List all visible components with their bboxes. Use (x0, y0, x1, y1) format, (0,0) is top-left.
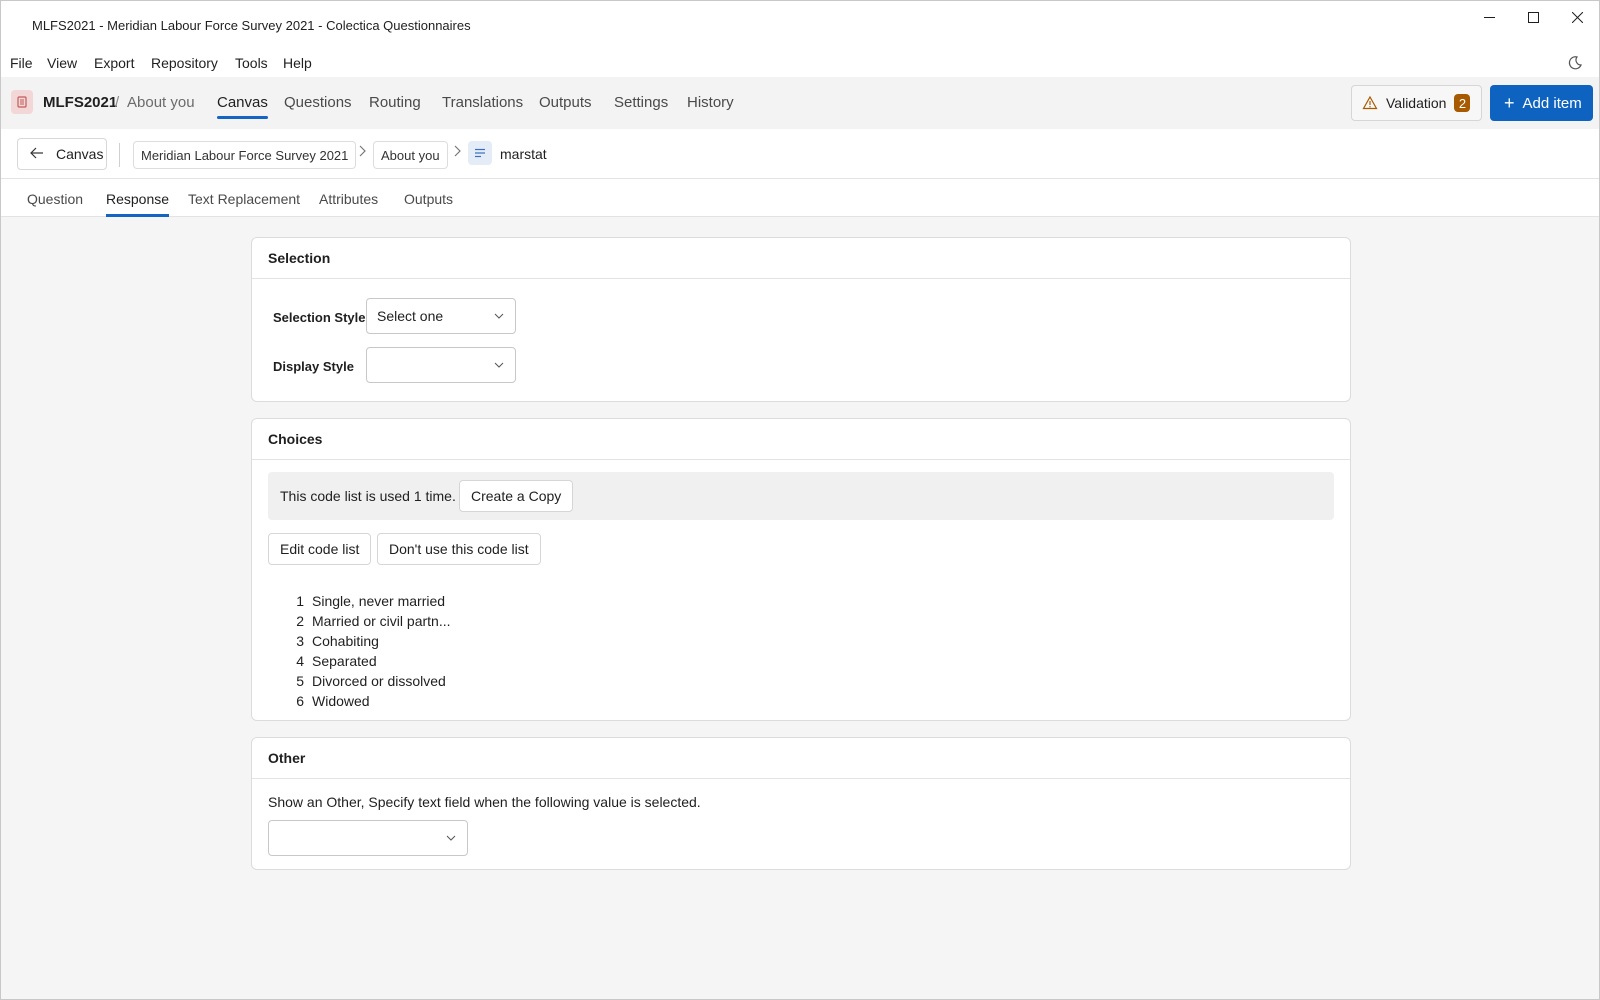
tab-outputs[interactable]: Outputs (539, 94, 592, 111)
selection-style-label: Selection Style (273, 310, 366, 325)
crumb-separator: / (115, 94, 120, 111)
tab-translations[interactable]: Translations (442, 94, 523, 111)
code-value: 2 (296, 613, 304, 629)
divider (119, 143, 120, 167)
project-name[interactable]: MLFS2021 (43, 94, 117, 111)
code-label: Cohabiting (312, 633, 379, 649)
validation-button[interactable]: Validation 2 (1351, 85, 1482, 121)
list-item: 3 Cohabiting (292, 633, 379, 649)
code-list-usage-bar: This code list is used 1 time. Create a … (268, 472, 1334, 520)
item-tabs: Question Response Text Replacement Attri… (1, 179, 1599, 217)
create-copy-button[interactable]: Create a Copy (459, 480, 574, 512)
tab-response[interactable]: Response (106, 191, 170, 217)
chevron-down-icon (445, 831, 457, 843)
display-style-label: Display Style (273, 359, 354, 374)
back-to-canvas-button[interactable]: Canvas (17, 138, 107, 170)
tab-item-outputs[interactable]: Outputs (404, 191, 453, 207)
chevron-down-icon (493, 358, 505, 370)
code-value: 5 (296, 673, 304, 689)
list-item: 6 Widowed (292, 693, 370, 709)
title-bar: MLFS2021 - Meridian Labour Force Survey … (1, 1, 1599, 49)
breadcrumb-survey[interactable]: Meridian Labour Force Survey 2021 (133, 141, 357, 169)
tab-canvas[interactable]: Canvas (217, 94, 268, 119)
window-title: MLFS2021 - Meridian Labour Force Survey … (32, 18, 471, 33)
choices-header: Choices (252, 419, 1350, 460)
code-label: Divorced or dissolved (312, 673, 446, 689)
list-item: 2 Married or civil partn... (292, 613, 450, 629)
validation-count-badge: 2 (1454, 94, 1471, 112)
tab-history[interactable]: History (687, 94, 734, 111)
selection-panel: Selection Selection Style Select one Dis… (251, 237, 1351, 402)
other-panel: Other Show an Other, Specify text field … (251, 737, 1351, 870)
breadcrumb: Canvas Meridian Labour Force Survey 2021… (1, 129, 1599, 179)
menu-view[interactable]: View (47, 55, 77, 71)
usage-text: This code list is used 1 time. (280, 488, 456, 504)
plus-icon: + (1504, 93, 1515, 113)
tab-settings[interactable]: Settings (614, 94, 668, 111)
list-item: 4 Separated (292, 653, 377, 669)
display-style-dropdown[interactable] (366, 347, 516, 383)
code-label: Married or civil partn... (312, 613, 451, 629)
list-item: 5 Divorced or dissolved (292, 673, 446, 689)
minimize-icon[interactable] (1467, 1, 1511, 33)
other-description: Show an Other, Specify text field when t… (268, 794, 701, 810)
app-window: MLFS2021 - Meridian Labour Force Survey … (0, 0, 1600, 1000)
question-item-icon (468, 141, 492, 165)
choices-panel: Choices This code list is used 1 time. C… (251, 418, 1351, 721)
menu-file[interactable]: File (10, 55, 33, 71)
code-value: 6 (296, 693, 304, 709)
menu-export[interactable]: Export (94, 55, 134, 71)
breadcrumb-section[interactable]: About you (373, 141, 448, 169)
menu-bar: File View Export Repository Tools Help (1, 49, 1599, 77)
validation-label: Validation (1386, 95, 1447, 111)
back-label: Canvas (56, 146, 104, 162)
tab-question[interactable]: Question (27, 191, 83, 207)
code-value: 3 (296, 633, 304, 649)
selection-style-dropdown[interactable]: Select one (366, 298, 516, 334)
warning-icon (1362, 95, 1378, 111)
tab-attributes[interactable]: Attributes (319, 191, 378, 207)
menu-tools[interactable]: Tools (235, 55, 268, 71)
chevron-right-icon (453, 145, 461, 160)
code-label: Separated (312, 653, 377, 669)
add-item-label: Add item (1522, 94, 1582, 112)
code-label: Single, never married (312, 593, 446, 609)
tab-routing[interactable]: Routing (369, 94, 421, 111)
chevron-right-icon (358, 145, 366, 160)
other-header: Other (252, 738, 1350, 779)
edit-code-list-button[interactable]: Edit code list (268, 533, 372, 565)
window-controls (1467, 1, 1599, 33)
questionnaire-logo-icon (11, 90, 33, 114)
arrow-left-icon (30, 146, 44, 163)
tab-text-replacement[interactable]: Text Replacement (188, 191, 300, 207)
app-toolbar: MLFS2021 / About you Canvas Questions Ro… (1, 77, 1599, 129)
add-item-button[interactable]: + Add item (1490, 85, 1593, 121)
tab-questions[interactable]: Questions (284, 94, 352, 111)
theme-toggle-icon[interactable] (1567, 55, 1583, 71)
code-value: 1 (296, 593, 304, 609)
selection-style-value: Select one (377, 308, 444, 324)
chevron-down-icon (493, 309, 505, 321)
code-value: 4 (296, 653, 304, 669)
menu-repository[interactable]: Repository (151, 55, 218, 71)
other-value-dropdown[interactable] (268, 820, 468, 856)
selection-header: Selection (252, 238, 1350, 279)
current-item-name: marstat (500, 146, 547, 162)
close-icon[interactable] (1555, 1, 1599, 33)
maximize-icon[interactable] (1511, 1, 1555, 33)
dont-use-code-list-button[interactable]: Don't use this code list (377, 533, 541, 565)
menu-help[interactable]: Help (283, 55, 312, 71)
code-label: Widowed (312, 693, 370, 709)
section-name[interactable]: About you (127, 94, 195, 111)
list-item: 1 Single, never married (292, 593, 445, 609)
